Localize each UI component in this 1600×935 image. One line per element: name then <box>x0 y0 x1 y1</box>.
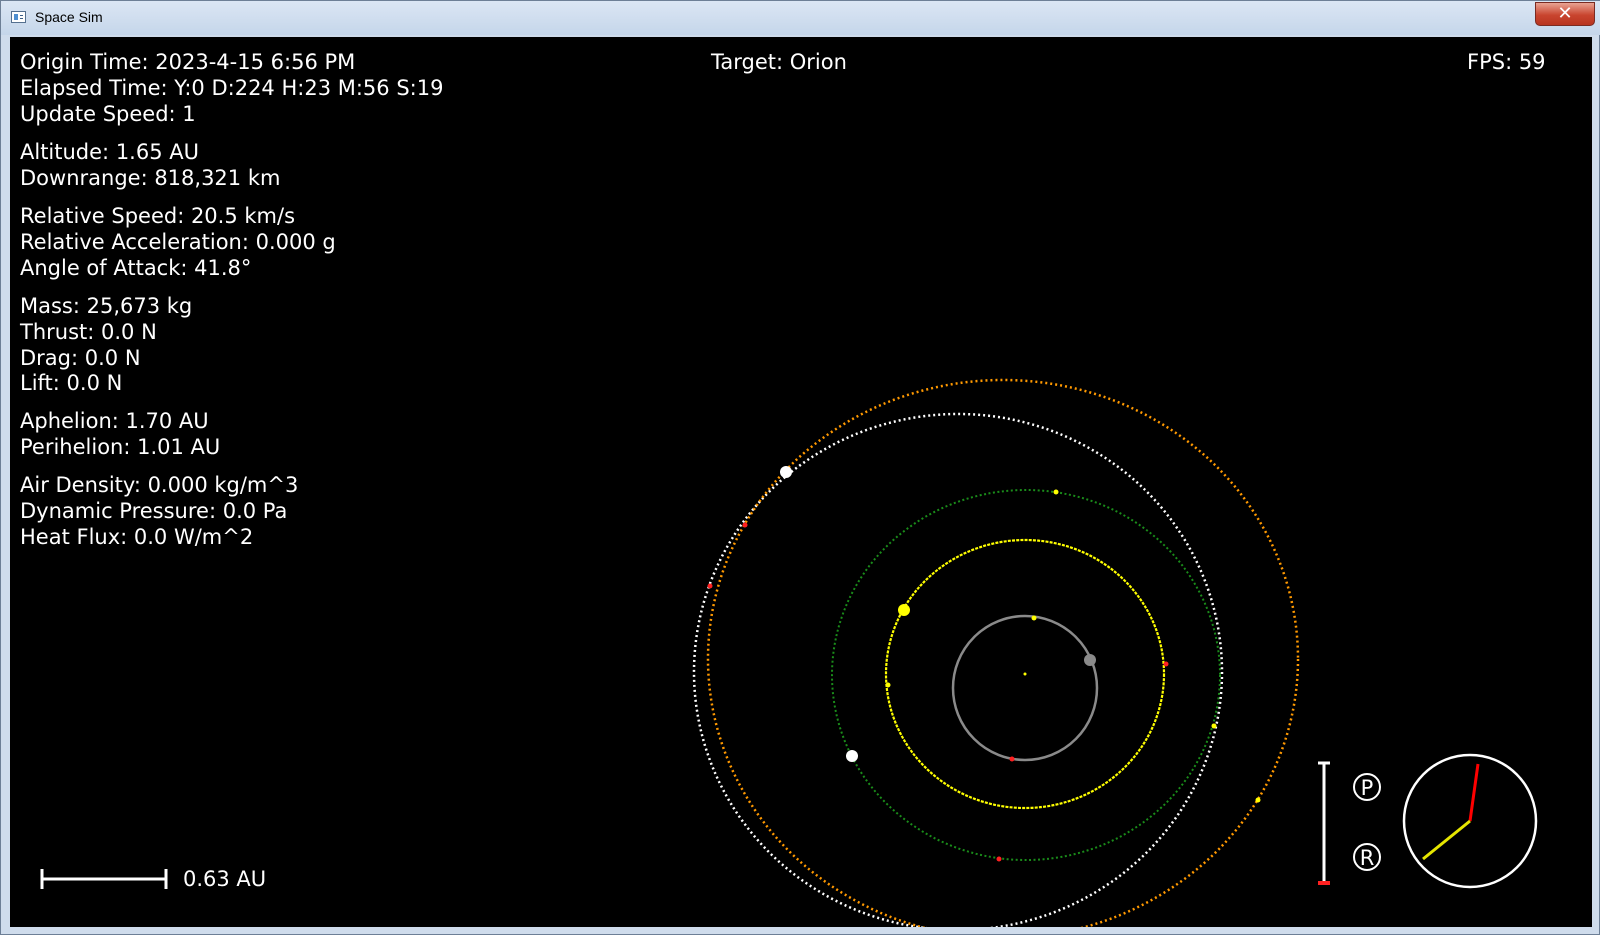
yellow-planet[interactable] <box>898 604 910 616</box>
simulation-viewport[interactable]: P R Origin Time: 2023-4-15 6:56 PM Elaps… <box>10 37 1592 927</box>
orbit-node <box>1163 661 1169 667</box>
app-icon <box>11 11 26 23</box>
orbit-node <box>885 682 891 688</box>
drag: Drag: 0.0 N <box>20 346 141 370</box>
angle-of-attack: Angle of Attack: 41.8° <box>20 256 252 280</box>
fps-counter: FPS: 59 <box>1467 50 1546 74</box>
close-button[interactable]: ✕ <box>1535 2 1595 26</box>
spacecraft-marker[interactable] <box>780 466 792 478</box>
white-body[interactable] <box>846 750 858 762</box>
orbit-node <box>996 856 1002 862</box>
inner-orbit <box>951 614 1099 762</box>
attitude-indicator <box>1402 753 1538 889</box>
aphelion: Aphelion: 1.70 AU <box>20 409 209 433</box>
app-window: Space Sim ✕ P R Origin Time: 2023-4-15 6… <box>0 0 1600 935</box>
target-label: Target: Orion <box>711 50 847 74</box>
altitude: Altitude: 1.65 AU <box>20 140 199 164</box>
dynamic-pressure: Dynamic Pressure: 0.0 Pa <box>20 499 288 523</box>
mass: Mass: 25,673 kg <box>20 294 193 318</box>
orbit-node <box>1031 615 1037 621</box>
orange-orbit <box>706 378 1300 927</box>
elapsed-time: Elapsed Time: Y:0 D:224 H:23 M:56 S:19 <box>20 76 444 100</box>
update-speed: Update Speed: 1 <box>20 102 196 126</box>
velocity-needle <box>1422 819 1471 861</box>
retrograde-label: R <box>1360 846 1375 870</box>
orbit-node <box>1053 489 1059 495</box>
window-title: Space Sim <box>35 9 103 25</box>
relative-acceleration: Relative Acceleration: 0.000 g <box>20 230 336 254</box>
inner-planet[interactable] <box>1084 654 1096 666</box>
orbit-node <box>742 522 748 528</box>
air-density: Air Density: 0.000 kg/m^3 <box>20 473 299 497</box>
title-bar[interactable]: Space Sim ✕ <box>1 1 1600 35</box>
scale-bar <box>40 869 168 889</box>
orbit-node <box>1211 723 1217 729</box>
spacecraft-orbit <box>692 412 1224 927</box>
heat-flux: Heat Flux: 0.0 W/m^2 <box>20 525 254 549</box>
relative-speed: Relative Speed: 20.5 km/s <box>20 204 296 228</box>
thrust: Thrust: 0.0 N <box>20 320 157 344</box>
sun-marker <box>1023 672 1027 676</box>
scale-label: 0.63 AU <box>183 867 267 891</box>
orbit-node <box>1255 797 1261 803</box>
lift: Lift: 0.0 N <box>20 371 123 395</box>
prograde-label: P <box>1361 776 1374 800</box>
orbit-node <box>1009 756 1015 762</box>
perihelion: Perihelion: 1.01 AU <box>20 435 221 459</box>
orbit-node <box>707 583 713 589</box>
throttle-gauge[interactable] <box>1318 761 1330 885</box>
origin-time: Origin Time: 2023-4-15 6:56 PM <box>20 50 356 74</box>
heading-needle <box>1468 763 1480 822</box>
downrange: Downrange: 818,321 km <box>20 166 281 190</box>
